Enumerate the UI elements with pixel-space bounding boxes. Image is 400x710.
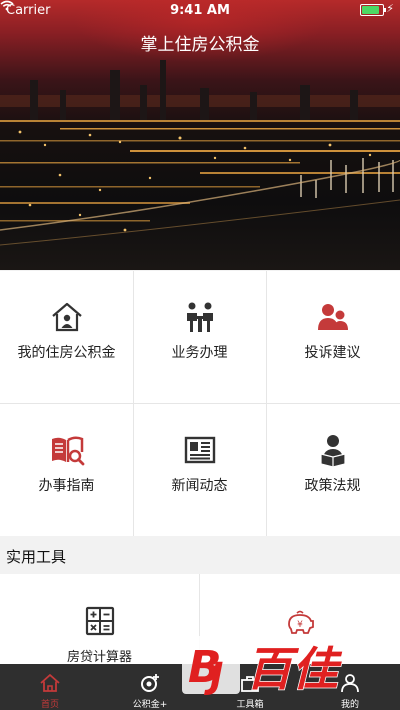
- house-person-icon: [51, 302, 82, 332]
- status-bar: Carrier 9:41 AM ⚡: [0, 0, 400, 20]
- battery-icon: [360, 4, 386, 16]
- grid-item-label: 新闻动态: [171, 478, 228, 494]
- calculator-icon: [85, 606, 114, 636]
- tab-home[interactable]: 首页: [0, 664, 100, 710]
- tool-mortgage-calculator[interactable]: 房贷计算器: [0, 574, 199, 665]
- grid-item-my-fund[interactable]: 我的住房公积金: [0, 271, 133, 403]
- plus-coin-icon: [141, 674, 159, 692]
- clock: 9:41 AM: [170, 3, 230, 18]
- service-counter-icon: [186, 302, 213, 332]
- svg-text:百佳: 百佳: [246, 642, 343, 696]
- grid-item-label: 办事指南: [38, 478, 95, 494]
- hero-banner: Carrier 9:41 AM ⚡ 掌上住房公积金: [0, 0, 400, 270]
- tool-label: 房贷计算器: [66, 650, 132, 665]
- grid-item-business[interactable]: 业务办理: [133, 271, 266, 403]
- grid-item-policy[interactable]: 政策法规: [266, 404, 399, 536]
- section-title: 实用工具: [6, 548, 67, 566]
- svg-text:¥: ¥: [297, 620, 303, 630]
- grid-item-guide[interactable]: 办事指南: [0, 404, 133, 536]
- people-icon: [317, 304, 348, 330]
- grid-item-label: 业务办理: [171, 345, 228, 361]
- tools-section-header: 实用工具: [0, 537, 400, 574]
- baijia-watermark-logo: B J 百佳: [182, 636, 344, 697]
- home-icon: [40, 674, 60, 692]
- charging-bolt-icon: ⚡: [386, 2, 394, 15]
- grid-item-label: 投诉建议: [304, 345, 361, 361]
- grid-item-label: 政策法规: [304, 478, 361, 494]
- grid-item-complaint[interactable]: 投诉建议: [266, 271, 399, 403]
- grid-item-news[interactable]: 新闻动态: [133, 404, 266, 536]
- reading-person-icon: [319, 435, 346, 468]
- book-search-icon: [51, 436, 84, 466]
- newspaper-icon: [184, 436, 215, 464]
- page-title: 掌上住房公积金: [140, 35, 260, 55]
- grid-item-label: 我的住房公积金: [17, 345, 116, 361]
- service-grid: 我的住房公积金 业务办理 投诉建议 办事指南 新闻动态 政策法规: [0, 271, 400, 536]
- tab-label: 首页: [40, 700, 59, 710]
